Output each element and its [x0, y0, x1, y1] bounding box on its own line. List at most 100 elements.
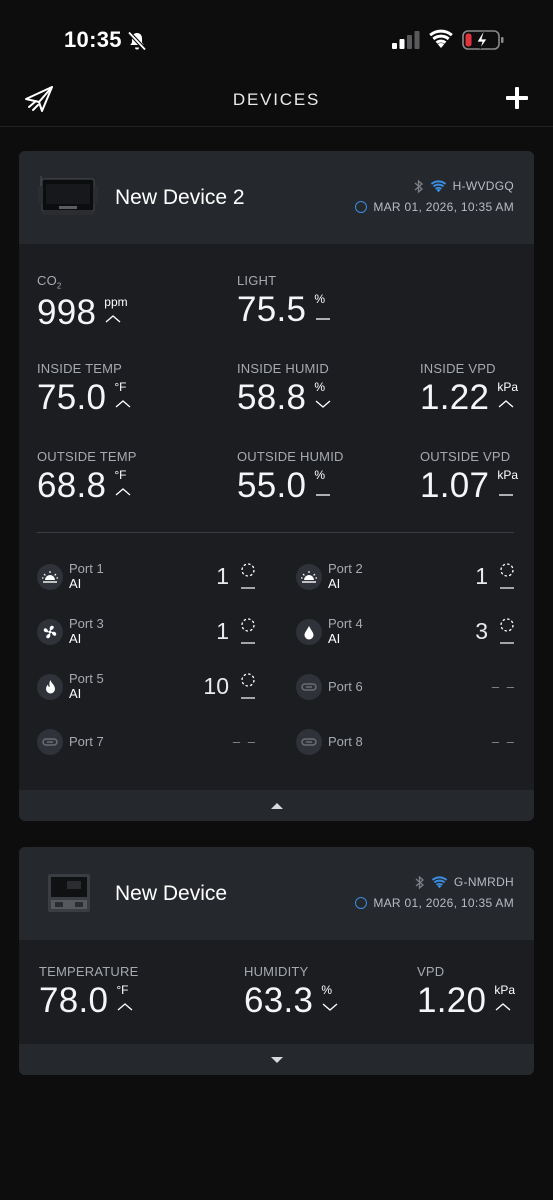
metric-label: OUTSIDE TEMP [37, 449, 137, 464]
metric-inside-temp: INSIDE TEMP 75.0 °F [37, 361, 132, 418]
port-level: – – [232, 734, 257, 749]
metric-value: 75.0 [37, 378, 107, 417]
device-timestamp: MAR 01, 2026, 10:35 AM [373, 896, 514, 910]
port-mode: AI [328, 576, 341, 591]
device-card-header[interactable]: New Device 2 H-WVDGQ MAR 01, 2026, 10:35… [19, 151, 534, 244]
loading-spinner-icon [241, 563, 255, 589]
sunrise-icon [296, 564, 322, 590]
metric-outside-temp: OUTSIDE TEMP 68.8 °F [37, 449, 137, 506]
expand-card-button[interactable] [19, 1044, 534, 1075]
loading-spinner-icon [241, 673, 255, 699]
link-icon [37, 729, 63, 755]
metric-inside-humid: INSIDE HUMID 58.8 % [237, 361, 332, 418]
port-name: Port 3 [69, 616, 104, 631]
port-5[interactable]: Port 5 AI 10 [37, 671, 257, 705]
port-7[interactable]: Port 7 – – [37, 726, 257, 760]
metric-unit: % [314, 292, 325, 306]
metric-value: 78.0 [39, 981, 109, 1020]
metric-unit: °F [116, 983, 129, 997]
metric-humidity: HUMIDITY 63.3 % [244, 964, 339, 1021]
loading-spinner-icon [500, 618, 514, 644]
port-6[interactable]: Port 6 – – [296, 671, 516, 705]
metric-value: 998 [37, 292, 97, 332]
port-level: 1 [216, 563, 229, 589]
caret-down-icon [270, 1056, 283, 1063]
device-updated: MAR 01, 2026, 10:35 AM [355, 895, 514, 911]
sync-status-icon [355, 201, 368, 213]
metric-value: 1.20 [417, 981, 487, 1020]
trend-up-icon [115, 400, 131, 408]
port-level: 1 [475, 563, 488, 589]
device-connection: H-WVDGQ [414, 178, 514, 194]
sync-status-icon [355, 897, 368, 909]
metric-value: 75.5 [237, 290, 307, 329]
add-device-button[interactable] [504, 85, 530, 111]
metric-value: 1.22 [420, 378, 490, 417]
device-card[interactable]: New Device G-NMRDH MAR 01, 2026, 10:35 A… [19, 847, 534, 1075]
metric-label: HUMIDITY [244, 964, 309, 979]
port-2[interactable]: Port 2 AI 1 [296, 561, 516, 595]
port-name: Port 6 [328, 679, 363, 694]
battery-charging-icon [462, 30, 504, 50]
metric-label: INSIDE TEMP [37, 361, 123, 376]
device-name[interactable]: New Device 2 [115, 186, 245, 210]
bluetooth-icon [414, 179, 423, 193]
divider [37, 532, 514, 533]
trend-down-icon [315, 400, 331, 408]
device-updated: MAR 01, 2026, 10:35 AM [355, 199, 514, 215]
metric-label: TEMPERATURE [39, 964, 139, 979]
metric-unit: °F [114, 380, 127, 394]
collapse-card-button[interactable] [19, 790, 534, 821]
metric-value: 58.8 [237, 378, 307, 417]
port-1[interactable]: Port 1 AI 1 [37, 561, 257, 595]
status-time: 10:35 [64, 27, 122, 52]
port-mode: AI [69, 576, 82, 591]
port-8[interactable]: Port 8 – – [296, 726, 516, 760]
device-card-header[interactable]: New Device G-NMRDH MAR 01, 2026, 10:35 A… [19, 847, 534, 940]
metric-label: OUTSIDE HUMID [237, 449, 344, 464]
caret-up-icon [270, 802, 283, 809]
port-4[interactable]: Port 4 AI 3 [296, 616, 516, 650]
trend-up-icon [498, 400, 514, 408]
cellular-signal-icon [392, 31, 420, 49]
port-3[interactable]: Port 3 AI 1 [37, 616, 257, 650]
device-connection: G-NMRDH [415, 874, 514, 890]
wifi-icon [429, 29, 453, 48]
trend-up-icon [495, 1003, 511, 1011]
device-name[interactable]: New Device [115, 882, 227, 906]
device-card[interactable]: New Device 2 H-WVDGQ MAR 01, 2026, 10:35… [19, 151, 534, 821]
port-name: Port 8 [328, 734, 363, 749]
port-name: Port 2 [328, 561, 363, 576]
port-level: – – [491, 679, 516, 694]
metric-unit: % [314, 468, 325, 482]
metric-unit: °F [114, 468, 127, 482]
trend-up-icon [105, 314, 121, 323]
metric-unit: ppm [104, 294, 128, 309]
page-title: DEVICES [232, 90, 321, 109]
device-code: G-NMRDH [453, 875, 514, 889]
trend-flat-icon [316, 494, 331, 496]
metric-outside-humid: OUTSIDE HUMID 55.0 % [237, 449, 344, 506]
trend-down-icon [322, 1003, 338, 1011]
metric-co2: CO2 998 ppm [37, 273, 128, 333]
port-name: Port 7 [69, 734, 104, 749]
metric-vpd: VPD 1.20 kPa [417, 964, 515, 1021]
metric-value: 1.07 [420, 466, 490, 505]
controller-device-image [48, 874, 90, 912]
wifi-icon [431, 875, 448, 888]
bell-slash-icon [127, 31, 147, 51]
metric-temperature: TEMPERATURE 78.0 °F [39, 964, 138, 1021]
flame-icon [37, 674, 63, 700]
port-level: 1 [216, 618, 229, 644]
bluetooth-icon [415, 875, 424, 889]
metric-unit: % [314, 380, 325, 394]
wifi-icon [430, 179, 446, 192]
trend-flat-icon [499, 494, 514, 496]
sunrise-icon [37, 564, 63, 590]
metric-unit: kPa [497, 468, 519, 482]
metric-value: 68.8 [37, 466, 107, 505]
loading-spinner-icon [241, 618, 255, 644]
metric-label: INSIDE VPD [420, 361, 496, 376]
port-level: 3 [475, 618, 488, 644]
device-code: H-WVDGQ [452, 179, 514, 193]
